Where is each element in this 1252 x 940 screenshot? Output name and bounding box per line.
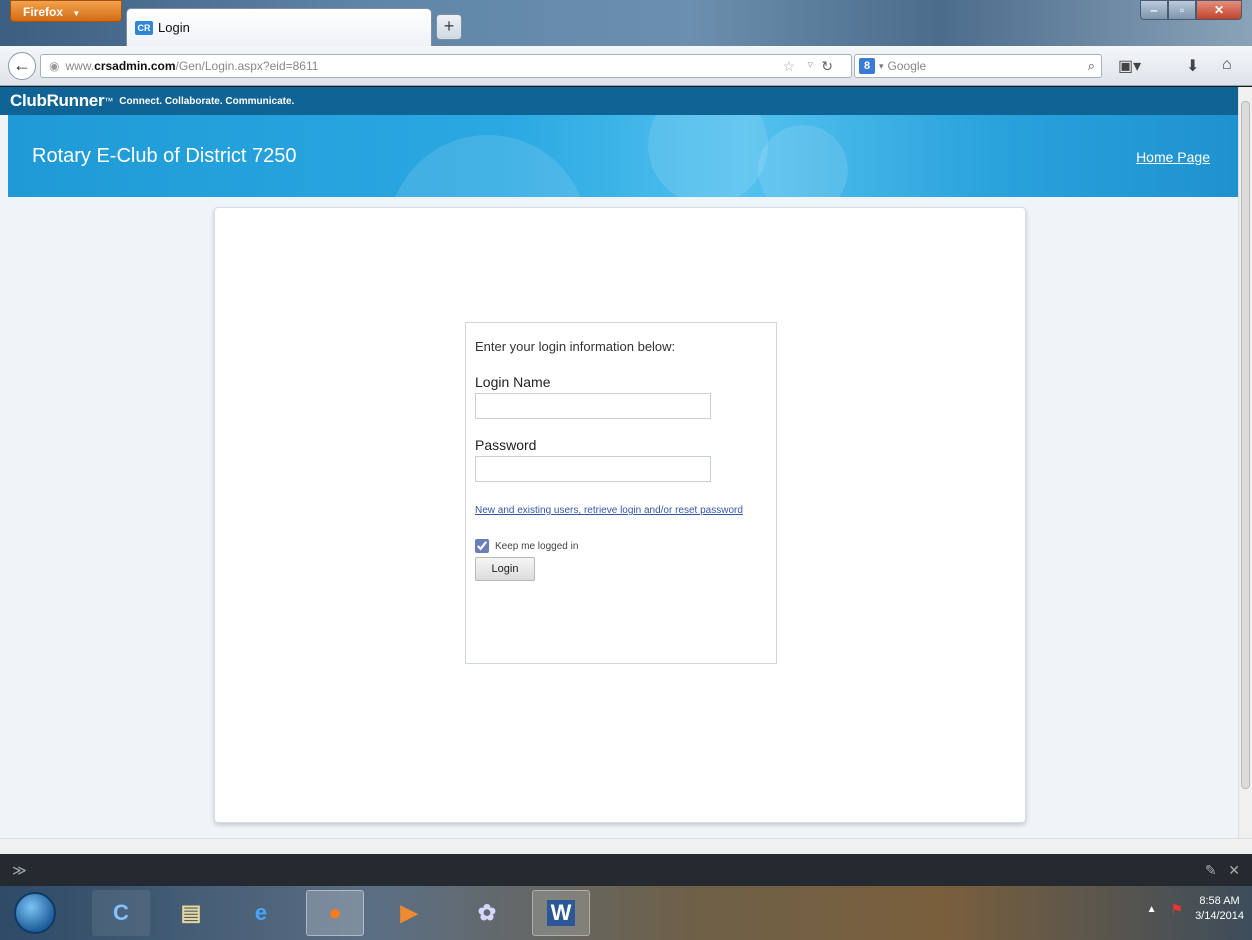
home-page-link[interactable]: Home Page <box>1136 149 1210 165</box>
login-form: Enter your login information below: Logi… <box>465 322 777 664</box>
url-text: www.crsadmin.com/Gen/Login.aspx?eid=8611 <box>65 59 318 73</box>
clubrunner-logo[interactable]: ClubRunner <box>10 91 105 111</box>
tab-login[interactable]: CR Login <box>126 8 432 46</box>
maximize-icon: ▫ <box>1179 3 1185 17</box>
keep-logged-in-row: Keep me logged in <box>475 539 768 553</box>
url-history-dropdown-icon[interactable]: ▿ <box>807 58 813 71</box>
vertical-scrollbar[interactable] <box>1238 87 1252 838</box>
toolbar-controls: ✎ ✕ <box>1205 862 1240 879</box>
paint-icon[interactable]: ✿ <box>458 890 516 936</box>
internet-explorer-icon[interactable]: e <box>232 890 290 936</box>
browser-app-icon[interactable]: C <box>92 890 150 936</box>
minimize-button[interactable]: ‒ <box>1140 0 1168 20</box>
reload-icon[interactable]: ↻ <box>821 58 833 75</box>
url-path: /Gen/Login.aspx?eid=8611 <box>175 59 319 73</box>
chevron-down-icon: ▼ <box>72 9 81 18</box>
media-player-icon[interactable]: ▶ <box>380 890 438 936</box>
window-controls: ‒ ▫ ✕ <box>1140 0 1242 20</box>
clock-date: 3/14/2014 <box>1195 910 1244 922</box>
password-input[interactable] <box>475 456 711 482</box>
firefox-menu-label: Firefox <box>23 5 64 19</box>
taskbar-clock[interactable]: 8:58 AM 3/14/2014 <box>1195 894 1244 924</box>
banner-decoration <box>758 125 848 197</box>
search-engine-placeholder: Google <box>887 59 927 73</box>
close-icon: ✕ <box>1213 3 1225 17</box>
home-icon[interactable]: ⌂ <box>1222 56 1232 74</box>
clubrunner-header: ClubRunner ™ Connect. Collaborate. Commu… <box>0 87 1238 115</box>
login-button[interactable]: Login <box>475 557 535 581</box>
windows-start-icon[interactable] <box>14 892 56 934</box>
word-icon[interactable]: W <box>532 890 590 936</box>
download-icon[interactable]: ⬇ <box>1186 56 1199 76</box>
keep-logged-in-label: Keep me logged in <box>495 540 579 552</box>
google-icon: 8 <box>859 58 875 74</box>
browser-navbar: ← ◉ www.crsadmin.com/Gen/Login.aspx?eid=… <box>0 46 1252 86</box>
tab-title: Login <box>158 20 190 35</box>
login-card: Enter your login information below: Logi… <box>214 207 1026 823</box>
clubrunner-favicon-icon: CR <box>135 20 153 35</box>
minimize-icon: ‒ <box>1150 3 1158 17</box>
page-viewport: ClubRunner ™ Connect. Collaborate. Commu… <box>0 87 1238 838</box>
close-toolbar-icon[interactable]: ✕ <box>1228 862 1240 878</box>
clock-time: 8:58 AM <box>1199 895 1240 907</box>
clubrunner-tagline: Connect. Collaborate. Communicate. <box>119 95 295 107</box>
system-tray: ▲ ⚑ 8:58 AM 3/14/2014 <box>1147 894 1244 924</box>
url-bar[interactable]: ◉ www.crsadmin.com/Gen/Login.aspx?eid=86… <box>40 54 852 78</box>
retrieve-login-link[interactable]: New and existing users, retrieve login a… <box>475 504 768 517</box>
windows-taskbar: C ▤ e ● ▶ ✿ W ▲ ⚑ 8:58 AM 3/14/2014 <box>0 886 1252 940</box>
close-button[interactable]: ✕ <box>1196 0 1242 20</box>
club-name: Rotary E-Club of District 7250 <box>32 145 297 167</box>
globe-icon: ◉ <box>49 59 60 73</box>
url-prefix: www. <box>65 59 95 73</box>
back-arrow-icon: ← <box>13 55 31 75</box>
trademark-mark: ™ <box>104 96 114 106</box>
developer-toolbar: ≫ ✎ ✕ <box>0 854 1252 886</box>
bookmark-star-icon[interactable]: ☆ <box>782 58 795 75</box>
console-prompt-icon[interactable]: ≫ <box>12 862 27 879</box>
back-button[interactable]: ← <box>8 52 36 80</box>
url-host: crsadmin.com <box>94 59 176 73</box>
search-icon[interactable]: ⌕ <box>1088 58 1095 74</box>
login-name-label: Login Name <box>475 374 551 390</box>
banner-decoration <box>648 115 768 197</box>
file-explorer-icon[interactable]: ▤ <box>162 890 220 936</box>
search-engine-dropdown-icon[interactable]: ▾ <box>879 61 884 72</box>
wrench-icon[interactable]: ✎ <box>1205 862 1217 878</box>
new-tab-button[interactable]: + <box>436 14 462 40</box>
horizontal-scrollbar[interactable] <box>0 838 1252 854</box>
club-banner: Rotary E-Club of District 7250 Home Page <box>8 115 1238 197</box>
banner-decoration <box>388 135 588 197</box>
flag-icon[interactable]: ⚑ <box>1171 901 1184 918</box>
firefox-menu-button[interactable]: Firefox ▼ <box>10 0 122 22</box>
login-instructions: Enter your login information below: <box>475 339 676 354</box>
login-name-input[interactable] <box>475 393 711 419</box>
bookmarks-icon[interactable]: ▣▾ <box>1118 56 1141 76</box>
password-label: Password <box>475 437 537 453</box>
firefox-taskbar-icon[interactable]: ● <box>306 890 364 936</box>
vertical-scrollbar-thumb[interactable] <box>1241 101 1250 789</box>
tray-expand-icon[interactable]: ▲ <box>1147 904 1157 915</box>
maximize-button[interactable]: ▫ <box>1168 0 1196 20</box>
keep-logged-in-checkbox[interactable] <box>475 539 489 553</box>
browser-titlebar: Firefox ▼ CR Login + ‒ ▫ ✕ <box>0 0 1252 46</box>
search-bar[interactable]: 8 ▾ Google ⌕ <box>854 54 1102 78</box>
